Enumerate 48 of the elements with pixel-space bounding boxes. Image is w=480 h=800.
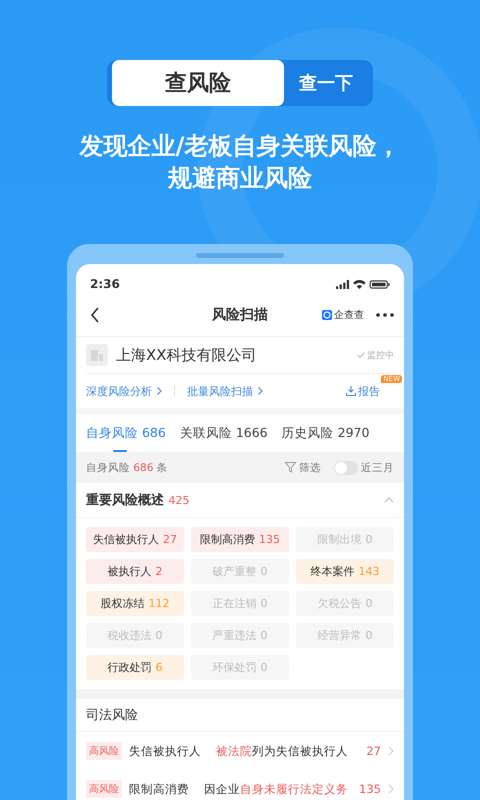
risk-name: 失信被执行人	[129, 744, 201, 758]
link[interactable]: 深度风险分析	[86, 384, 152, 398]
filter-label[interactable]: 筛选	[299, 460, 321, 474]
chevron-icon[interactable]	[388, 746, 394, 756]
status-time: 2:36	[90, 277, 120, 291]
company-name: 上海XX科技有限公司	[116, 346, 257, 364]
section-title: 重要风险概述 425	[86, 492, 190, 509]
headline: 发现企业/老板自身关联风险，	[80, 132, 400, 160]
brand-name: 企查查	[334, 308, 364, 322]
risk-tag: 高风险	[86, 742, 122, 760]
headline: 规避商业风险	[168, 164, 312, 192]
search-button[interactable]: 查一下	[284, 71, 368, 95]
check-icon	[357, 352, 365, 358]
monitor-status[interactable]: 监控中	[367, 348, 394, 362]
risk-count: 135	[359, 782, 381, 796]
risk-chip[interactable]: 终本案件 143	[296, 559, 394, 584]
status-icons	[336, 278, 390, 290]
risk-chip[interactable]: 股权冻结 112	[86, 591, 184, 616]
search-field[interactable]: 查风险	[112, 60, 284, 106]
risk-chip[interactable]: 被执行人 2	[86, 559, 184, 584]
risk-description: 因企业 自身未履行法定义务	[204, 782, 348, 796]
report-link[interactable]: 报告	[358, 384, 380, 398]
risk-tag: 高风险	[86, 780, 122, 798]
risk-chip[interactable]: 行政处罚 6	[86, 655, 184, 680]
chevron-icon[interactable]	[388, 784, 394, 794]
link[interactable]: 批量风险扫描	[187, 384, 253, 398]
risk-count: 27	[366, 744, 381, 758]
chevron-icon	[157, 387, 162, 395]
page-title: 风险扫描	[212, 306, 268, 324]
tab[interactable]: 历史风险 2970	[282, 414, 370, 452]
risk-description: 被法院列为失信被执行人	[216, 744, 348, 758]
toggle-label: 近三月	[361, 460, 394, 474]
risk-chip[interactable]: 失信被执行人 27	[86, 527, 184, 552]
building-icon	[86, 344, 108, 366]
risk-count: 自身风险 686 条	[86, 460, 168, 474]
filter-icon[interactable]	[285, 462, 296, 473]
more-icon[interactable]	[376, 313, 394, 317]
risk-name: 限制高消费	[129, 782, 189, 796]
brand-logo-icon	[322, 310, 332, 320]
section-title: 司法风险	[86, 707, 138, 724]
tab[interactable]: 自身风险 686	[86, 414, 166, 452]
risk-chip[interactable]: 限制高消费 135	[191, 527, 289, 552]
collapse-icon[interactable]	[384, 497, 394, 503]
tab[interactable]: 关联风险 1666	[180, 414, 268, 452]
download-icon	[346, 386, 356, 396]
toggle-switch[interactable]	[334, 460, 358, 474]
back-icon[interactable]	[90, 307, 100, 323]
chevron-icon	[258, 387, 263, 395]
